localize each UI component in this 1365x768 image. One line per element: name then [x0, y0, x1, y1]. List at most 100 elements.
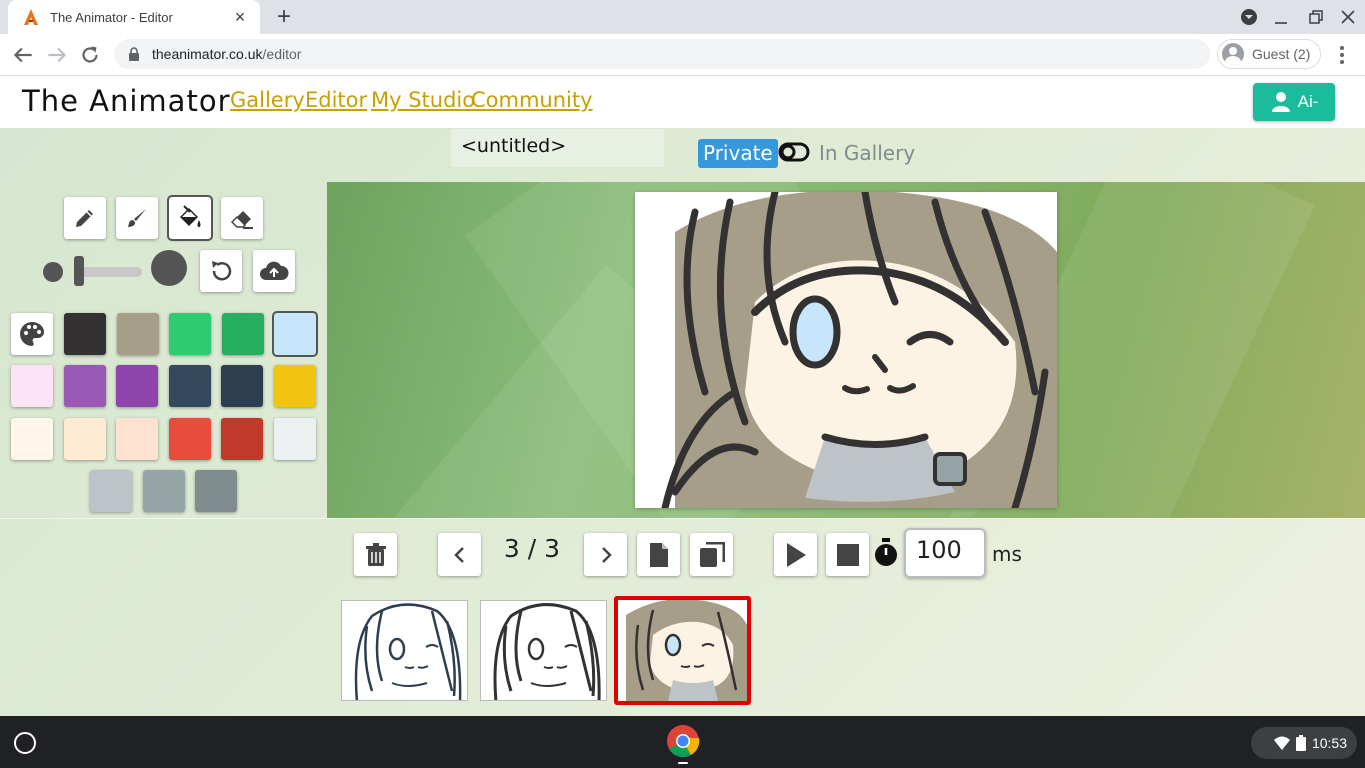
color-swatch[interactable] — [116, 365, 158, 407]
frame-delay-input[interactable]: 100 — [904, 528, 986, 578]
paint-bucket-icon — [180, 205, 201, 227]
duplicate-frame-button[interactable] — [690, 533, 733, 576]
site-logo[interactable]: The Animator — [22, 84, 231, 118]
nav-my-studio[interactable]: My Studio — [371, 88, 475, 112]
color-swatch[interactable] — [274, 313, 316, 355]
close-window-icon[interactable] — [1336, 6, 1360, 28]
profile-button[interactable]: Guest (2) — [1217, 39, 1321, 69]
color-swatch[interactable] — [11, 418, 53, 460]
color-swatch[interactable] — [64, 313, 106, 355]
launcher-icon[interactable] — [14, 732, 36, 754]
back-icon[interactable] — [10, 42, 36, 68]
animation-title-input[interactable]: <untitled> — [451, 129, 664, 167]
color-swatch[interactable] — [221, 313, 264, 355]
color-swatch[interactable] — [168, 365, 211, 407]
restore-icon[interactable] — [1303, 6, 1327, 28]
color-swatch[interactable] — [63, 365, 106, 407]
clock: 10:53 — [1311, 735, 1347, 751]
visibility-toggle-icon[interactable] — [778, 142, 810, 162]
browser-tabstrip: The Animator - Editor × + — [0, 0, 1365, 34]
undo-button[interactable] — [200, 250, 242, 292]
status-tray[interactable]: 10:53 — [1251, 727, 1357, 759]
color-picker-button[interactable] — [11, 313, 53, 355]
browser-toolbar: theanimator.co.uk/editor Guest (2) — [0, 34, 1365, 76]
color-swatch[interactable] — [63, 418, 106, 460]
user-icon — [1271, 92, 1290, 112]
pencil-tool-button[interactable] — [64, 197, 106, 239]
color-swatch[interactable] — [11, 365, 53, 407]
fill-tool-button[interactable] — [169, 197, 211, 239]
frame-thumbnail-3[interactable] — [614, 596, 751, 705]
nav-editor[interactable]: Editor — [305, 88, 367, 112]
brush-icon — [128, 209, 146, 227]
page: The Animator Gallery Editor My Studio Co… — [0, 76, 1365, 716]
color-swatch[interactable] — [195, 470, 237, 512]
drawing-canvas[interactable] — [635, 192, 1057, 508]
color-swatch[interactable] — [116, 418, 158, 460]
frame-2-preview — [493, 603, 601, 700]
color-swatch[interactable] — [168, 418, 211, 460]
chevron-right-icon — [601, 546, 612, 563]
frame-thumbnail-2[interactable] — [480, 600, 607, 701]
brush-size-slider-thumb[interactable] — [74, 256, 84, 286]
brush-size-max-icon — [151, 250, 187, 286]
next-frame-button[interactable] — [584, 533, 627, 576]
minimize-icon[interactable] — [1269, 6, 1293, 28]
eraser-icon — [230, 211, 253, 229]
chevron-left-icon — [453, 546, 464, 563]
color-swatch[interactable] — [142, 470, 185, 512]
tab-title: The Animator - Editor — [50, 9, 173, 25]
tab-close-icon[interactable]: × — [230, 7, 250, 28]
private-toggle-label[interactable]: Private — [698, 139, 778, 168]
eraser-tool-button[interactable] — [221, 197, 263, 239]
color-swatch[interactable] — [169, 313, 211, 355]
color-swatch[interactable] — [273, 418, 316, 460]
address-bar[interactable]: theanimator.co.uk/editor — [114, 39, 1210, 69]
in-gallery-toggle-label[interactable]: In Gallery — [819, 139, 915, 168]
reload-icon[interactable] — [77, 42, 103, 68]
palette-icon — [20, 322, 44, 346]
frame-3-preview — [618, 600, 747, 701]
color-swatch[interactable] — [273, 365, 316, 407]
browser-menu-icon[interactable] — [1332, 42, 1352, 68]
cloud-upload-icon — [260, 261, 289, 280]
wifi-icon — [1273, 736, 1290, 750]
color-swatch[interactable] — [116, 313, 159, 355]
upload-button[interactable] — [253, 250, 295, 292]
stopwatch-icon — [875, 538, 897, 566]
guest-avatar-icon — [1222, 43, 1244, 65]
undo-icon — [212, 261, 232, 281]
brush-size-slider[interactable] — [76, 267, 142, 277]
stop-icon — [836, 543, 859, 566]
forward-icon[interactable] — [44, 42, 70, 68]
new-page-icon — [649, 542, 668, 567]
site-header: The Animator Gallery Editor My Studio Co… — [0, 76, 1365, 128]
new-tab-button[interactable]: + — [272, 4, 296, 30]
delay-unit-label: ms — [992, 542, 1022, 566]
brush-tool-button[interactable] — [116, 197, 158, 239]
frame-1-preview — [354, 603, 462, 700]
battery-icon — [1295, 735, 1306, 751]
copy-icon — [699, 541, 725, 567]
new-frame-button[interactable] — [637, 533, 680, 576]
color-swatch[interactable] — [221, 418, 263, 460]
animator-favicon-icon — [24, 9, 38, 25]
stop-button[interactable] — [826, 533, 869, 576]
url-text: theanimator.co.uk/editor — [152, 46, 302, 62]
frame-counter: 3 / 3 — [503, 534, 561, 563]
play-button[interactable] — [774, 533, 817, 576]
trash-icon — [365, 542, 386, 566]
tab-search-icon[interactable] — [1238, 6, 1262, 28]
frame-thumbnail-1[interactable] — [341, 600, 468, 701]
brush-size-min-icon — [43, 262, 63, 282]
previous-frame-button[interactable] — [438, 533, 481, 576]
color-swatch[interactable] — [221, 365, 263, 407]
nav-gallery[interactable]: Gallery — [230, 88, 305, 112]
chrome-running-indicator — [678, 762, 688, 764]
chrome-icon[interactable] — [666, 724, 700, 758]
nav-community[interactable]: Community — [471, 88, 593, 112]
color-swatch[interactable] — [90, 470, 132, 512]
browser-tab[interactable]: The Animator - Editor × — [8, 0, 260, 34]
user-menu-button[interactable]: Ai- — [1253, 83, 1335, 121]
delete-frame-button[interactable] — [354, 533, 397, 576]
